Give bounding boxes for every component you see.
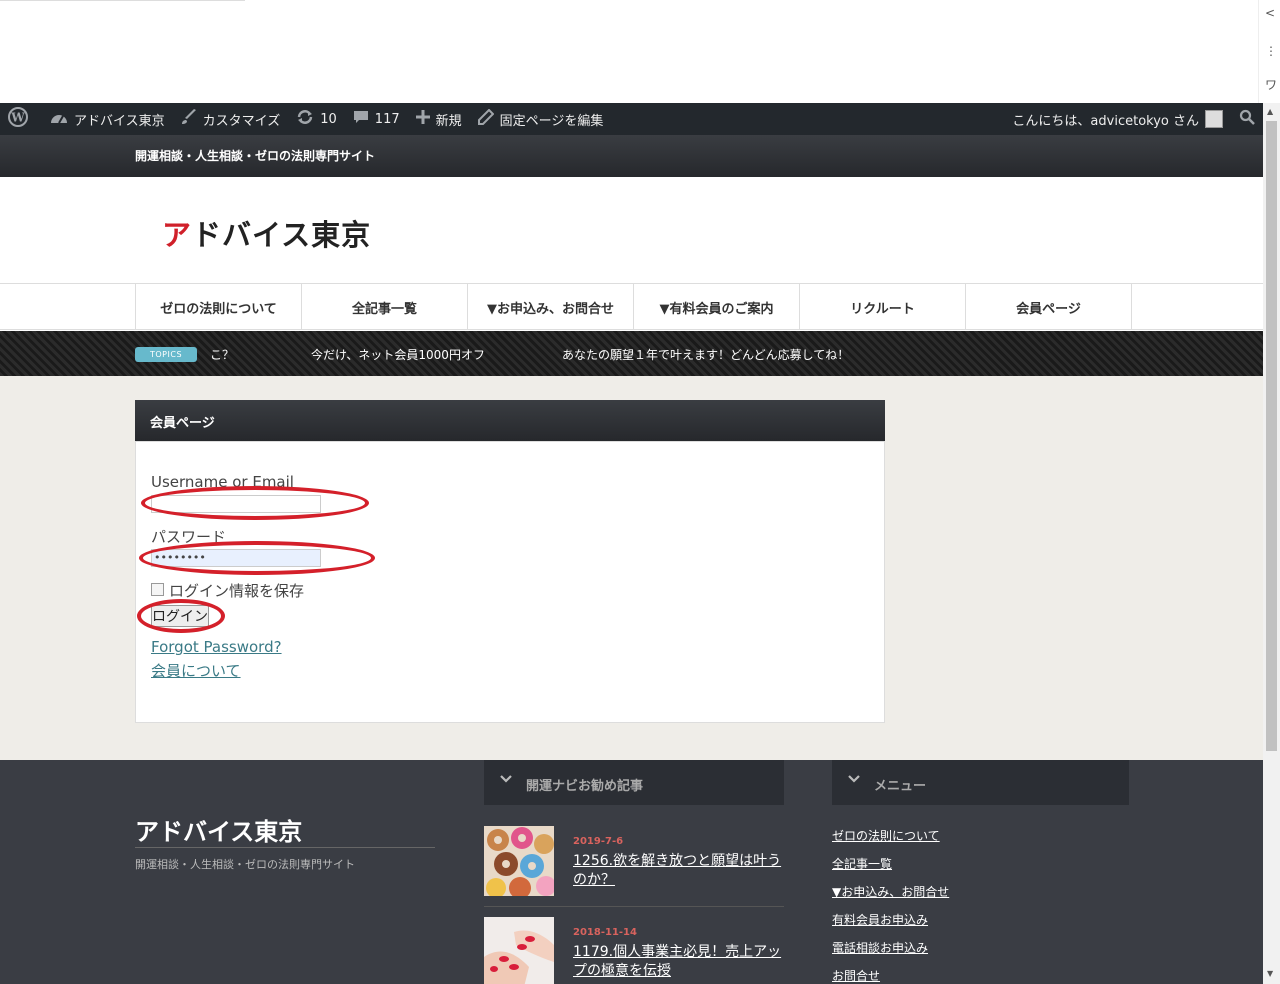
admin-edit-page[interactable]: 固定ページを編集	[470, 103, 612, 135]
admin-new[interactable]: 新規	[408, 103, 470, 135]
footer-menu-item[interactable]: 全記事一覧	[832, 855, 892, 872]
remember-checkbox[interactable]	[151, 583, 164, 596]
login-highlight-ring	[137, 599, 225, 633]
admin-new-label: 新規	[435, 113, 462, 129]
footer-menu-heading-text: メニュー	[874, 779, 927, 794]
footer-posts-heading: 開運ナビお勧め記事	[484, 760, 784, 805]
side-menu-glyph[interactable]: ⋮	[1265, 44, 1277, 58]
admin-edit-page-label: 固定ページを編集	[499, 113, 604, 129]
footer-divider	[135, 847, 435, 848]
nav-item-zero-law[interactable]: ゼロの法則について	[136, 284, 302, 330]
admin-updates[interactable]: 10	[288, 103, 345, 135]
footer-tagline: 開運相談・人生相談・ゼロの法則専門サイト	[135, 858, 355, 871]
footer-logo[interactable]: アドバイス東京	[135, 812, 302, 847]
topics-ticker: TOPICS こ？ 今だけ、ネット会員1000円オフ あなたの願望１年で叶えます…	[0, 331, 1263, 376]
scroll-down-arrow-icon[interactable]: ▼	[1267, 969, 1273, 978]
post-thumbnail-donuts[interactable]	[484, 826, 556, 899]
admin-search[interactable]	[1231, 103, 1263, 135]
tab-strip-line	[0, 0, 245, 1]
comment-icon	[353, 109, 369, 129]
plus-icon	[415, 110, 430, 128]
avatar	[1205, 110, 1223, 128]
site-logo-rest: ドバイス東京	[192, 218, 372, 252]
topic-item[interactable]: こ？	[210, 346, 234, 363]
footer-menu-heading: メニュー	[832, 760, 1129, 805]
search-icon	[1239, 109, 1255, 129]
site-logo[interactable]: アドバイス東京	[162, 212, 371, 254]
about-members-link[interactable]: 会員について	[151, 660, 241, 681]
login-form: Username or Email パスワード •••••••• ログイン情報を…	[135, 441, 885, 723]
footer-posts-heading-text: 開運ナビお勧め記事	[526, 779, 644, 794]
topic-item[interactable]: あなたの願望１年で叶えます！どんどん応募してね！	[562, 346, 849, 363]
wordpress-icon: W	[8, 107, 28, 131]
nav-item-all-articles[interactable]: 全記事一覧	[302, 284, 468, 330]
brush-icon	[181, 109, 197, 129]
admin-customize[interactable]: カスタマイズ	[173, 103, 289, 135]
nav-item-recruit[interactable]: リクルート	[800, 284, 966, 330]
svg-text:W: W	[10, 111, 25, 125]
site-tagline-bar: 開運相談・人生相談・ゼロの法則専門サイト	[0, 135, 1263, 177]
panel-title: 会員ページ	[150, 416, 215, 431]
wp-admin-bar: W アドバイス東京 カスタマイズ 10 117 新規 固定ページを編集 こんにち…	[0, 103, 1263, 135]
post-title[interactable]: 1179.個人事業主必見！売上アップの極意を伝授	[573, 943, 783, 981]
post-thumbnail-nails[interactable]	[484, 917, 554, 984]
nav-item-members-page[interactable]: 会員ページ	[966, 284, 1132, 330]
post-title[interactable]: 1256.欲を解き放つと願望は叶うのか？	[573, 852, 783, 890]
nav-item-paid-membership[interactable]: ▼有料会員のご案内	[634, 284, 800, 330]
footer-menu-item[interactable]: お問合せ	[832, 967, 880, 984]
chevron-down-icon	[848, 773, 860, 789]
footer-menu-item[interactable]: 電話相談お申込み	[832, 939, 928, 956]
scrollbar-thumb[interactable]	[1266, 121, 1277, 751]
password-highlight-ring	[139, 541, 375, 575]
main-content: 会員ページ Username or Email パスワード •••••••• ロ…	[0, 376, 1263, 760]
remember-label: ログイン情報を保存	[169, 582, 305, 600]
members-panel-header: 会員ページ	[135, 400, 885, 441]
main-nav: ゼロの法則について 全記事一覧 ▼お申込み、お問合せ ▼有料会員のご案内 リクル…	[0, 283, 1263, 330]
username-highlight-ring	[141, 486, 369, 520]
admin-updates-count: 10	[320, 111, 337, 127]
site-logo-first-char: ア	[162, 218, 193, 252]
admin-wordpress-menu[interactable]: W	[0, 103, 42, 135]
topic-item[interactable]: 今だけ、ネット会員1000円オフ	[311, 346, 485, 363]
site-footer: アドバイス東京 開運相談・人生相談・ゼロの法則専門サイト 開運ナビお勧め記事 メ…	[0, 760, 1263, 984]
side-close-glyph[interactable]: <	[1265, 6, 1275, 20]
pencil-icon	[477, 108, 495, 129]
scroll-up-arrow-icon[interactable]: ▲	[1267, 107, 1273, 116]
admin-greeting: こんにちは、advicetokyo さん	[1012, 113, 1199, 129]
browser-top-area: < ⋮ ワ	[0, 0, 1280, 103]
footer-menu-item[interactable]: ▼お申込み、お問合せ	[832, 883, 949, 900]
site-tagline: 開運相談・人生相談・ゼロの法則専門サイト	[135, 149, 376, 163]
admin-site-name[interactable]: アドバイス東京	[42, 103, 173, 135]
admin-account-menu[interactable]: こんにちは、advicetokyo さん	[1004, 103, 1231, 135]
post-date: 2019-7-6	[573, 836, 624, 847]
admin-comments[interactable]: 117	[345, 103, 408, 135]
browser-side-panel: < ⋮ ワ	[1258, 0, 1280, 103]
site-header: アドバイス東京	[0, 177, 1263, 283]
admin-customize-label: カスタマイズ	[202, 113, 281, 129]
admin-comments-count: 117	[374, 111, 400, 127]
chevron-down-icon	[500, 773, 512, 789]
page-scrollbar[interactable]: ▲ ▼	[1263, 103, 1280, 984]
footer-menu-item[interactable]: ゼロの法則について	[832, 827, 940, 844]
post-divider	[484, 906, 784, 907]
admin-site-name-label: アドバイス東京	[74, 113, 165, 129]
topics-badge: TOPICS	[135, 347, 197, 362]
side-text-glyph: ワ	[1265, 78, 1278, 92]
post-date: 2018-11-14	[573, 927, 637, 938]
footer-menu-item[interactable]: 有料会員お申込み	[832, 911, 928, 928]
nav-item-apply-contact[interactable]: ▼お申込み、お問合せ	[468, 284, 634, 330]
update-icon	[296, 109, 314, 129]
forgot-password-link[interactable]: Forgot Password?	[151, 638, 282, 656]
dashboard-icon	[50, 110, 68, 128]
